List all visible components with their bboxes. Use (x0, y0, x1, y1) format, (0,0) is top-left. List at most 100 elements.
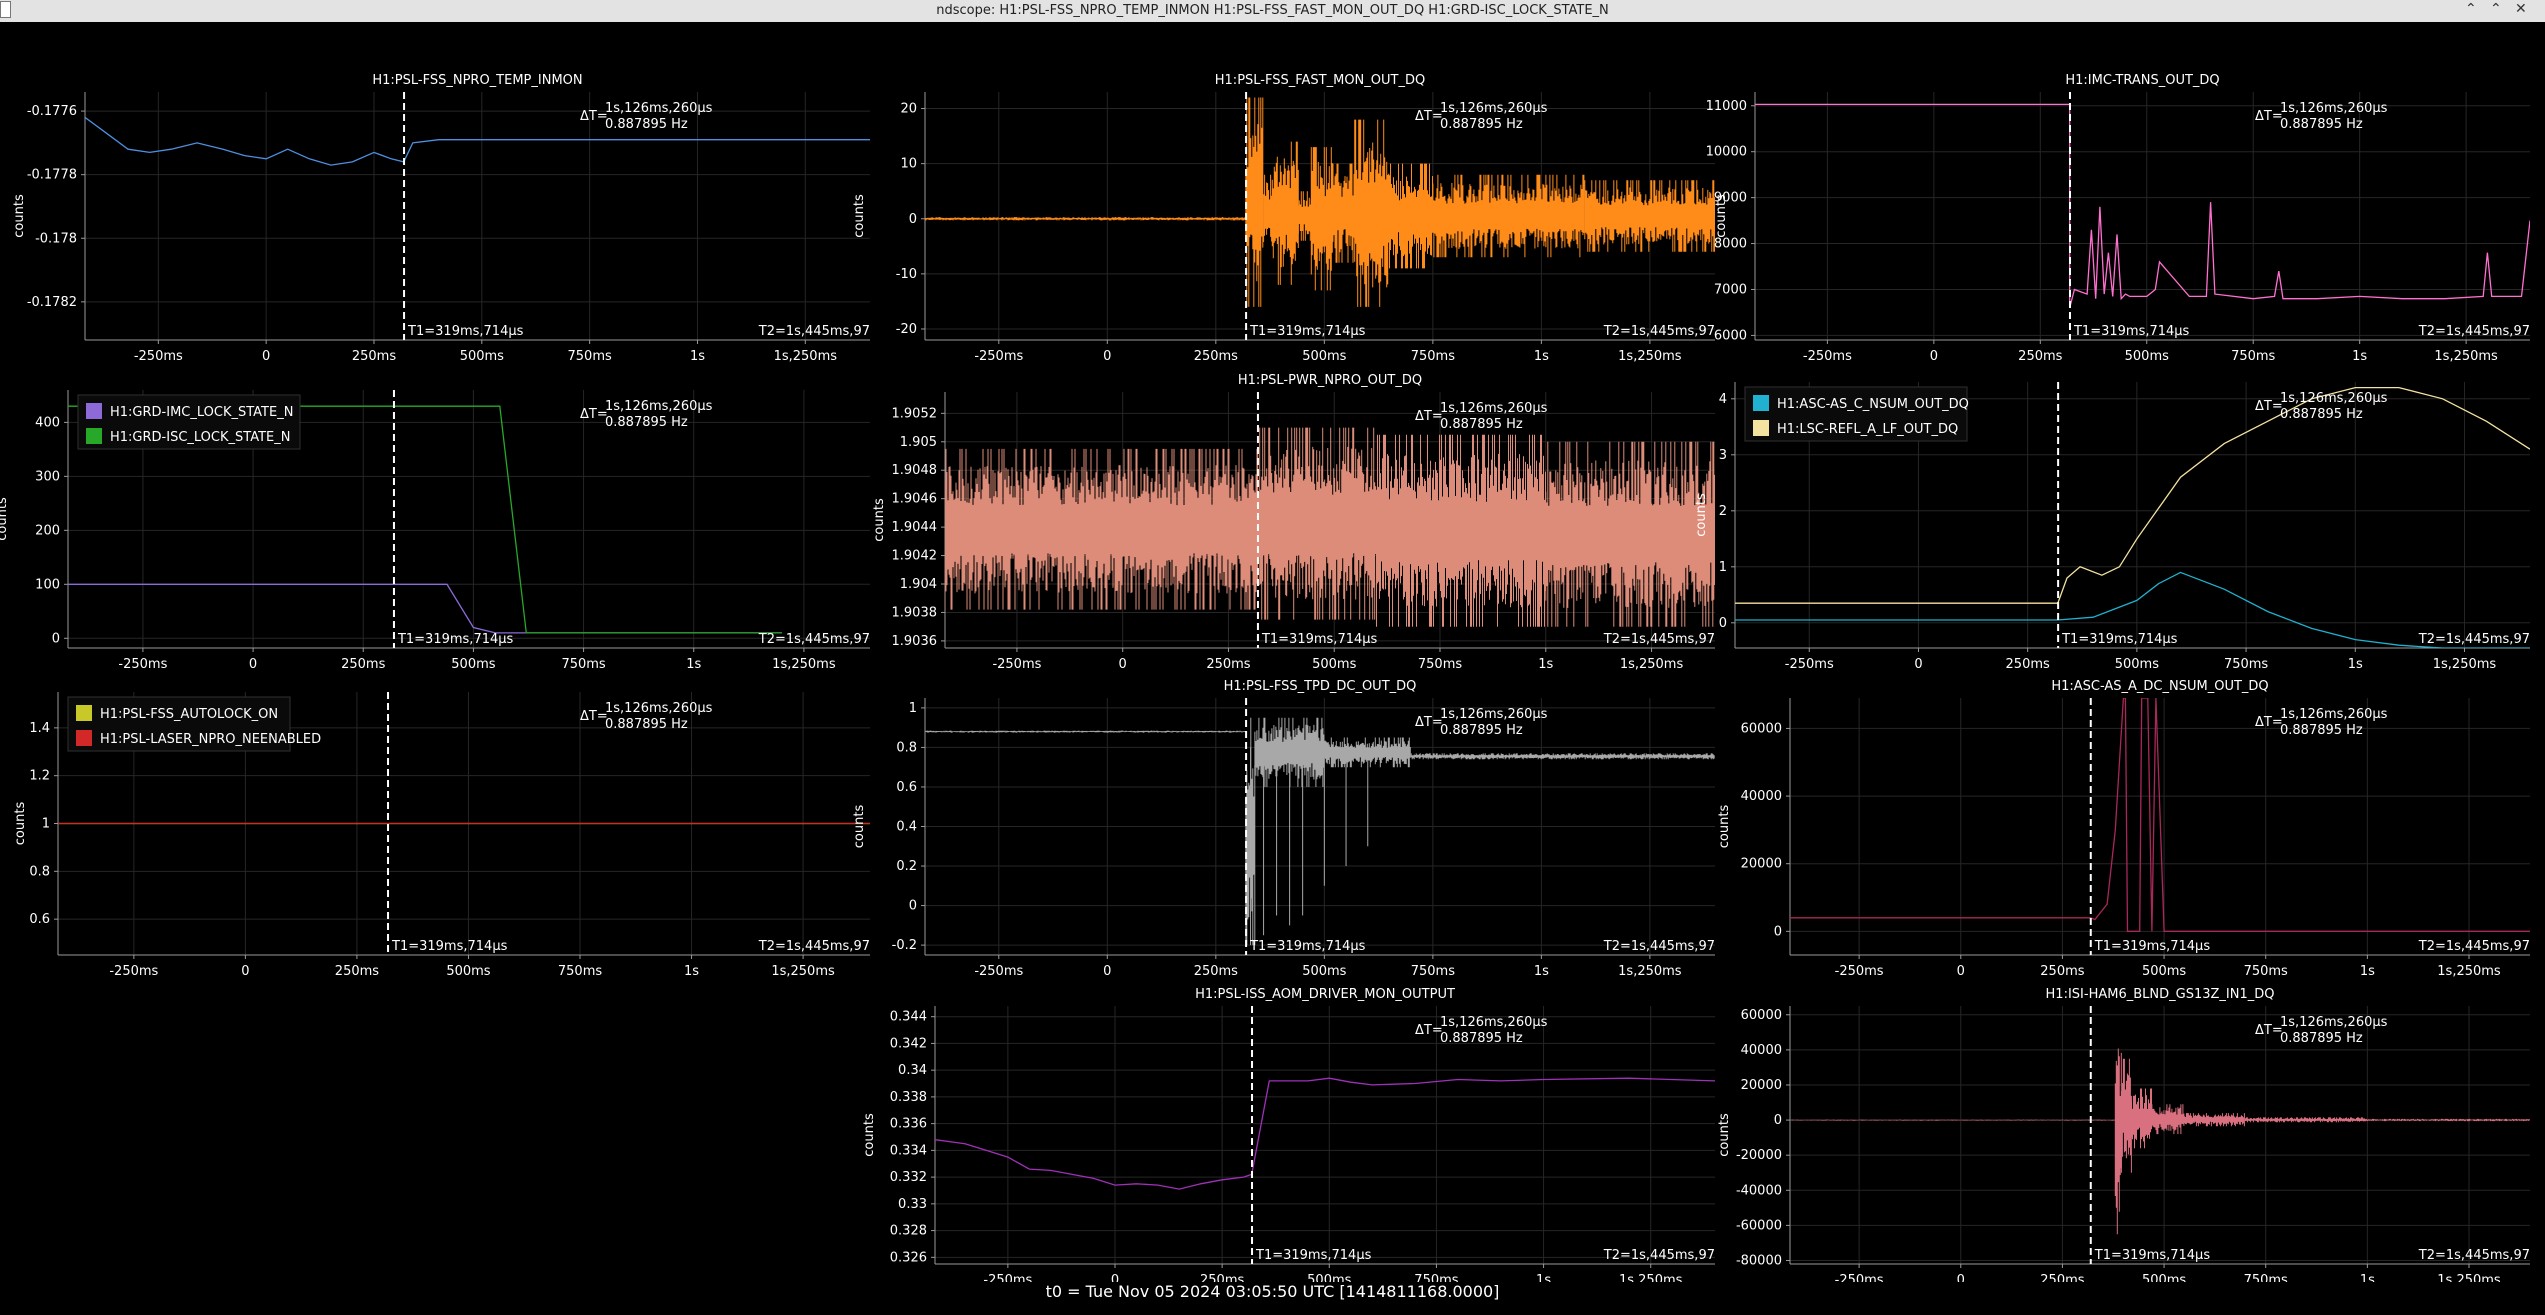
delta-t-value: 1s,126ms,260µs (1440, 707, 1548, 722)
close-button[interactable]: ✕ (2515, 1, 2527, 17)
x-tick-label: 500ms (1312, 657, 1356, 672)
t2-label: T2=1s,445ms,97 (2418, 1248, 2530, 1263)
t1-label: T1=319ms,714µs (1261, 632, 1378, 647)
delta-f-value: 0.887895 Hz (605, 117, 688, 132)
legend-swatch (76, 705, 92, 721)
plot-lock_state[interactable]: -250ms 0 250ms 500ms 750ms 1s 1s,250ms 400 300 20… (0, 390, 870, 672)
t2-label: T2=1s,445ms,97 (758, 939, 870, 954)
y-tick-label: 40000 (1741, 1043, 1782, 1058)
t2-label: T2=1s,445ms,97 (1603, 939, 1715, 954)
x-tick-label: 250ms (2018, 349, 2062, 364)
y-tick-label: -10 (896, 267, 917, 282)
t1-label: T1=319ms,714µs (1249, 324, 1366, 339)
y-axis-label: counts (852, 194, 867, 238)
plot-grid[interactable]: -250ms 0 250ms 500ms 750ms 1s 1s,250ms -0.1776 -… (0, 22, 2545, 1288)
y-tick-label: 0.34 (898, 1063, 927, 1078)
t1-label: T1=319ms,714µs (1255, 1248, 1372, 1263)
x-tick-label: 250ms (352, 349, 396, 364)
x-tick-label: 750ms (1411, 349, 1455, 364)
x-tick-label: 1s (2360, 964, 2375, 979)
y-tick-label: 1.9052 (892, 406, 938, 421)
series-line-temp_inmon (85, 116, 870, 166)
y-tick-label: 1.905 (900, 435, 937, 450)
plot-imc_trans[interactable]: -250ms 0 250ms 500ms 750ms 1s 1s,250ms 11000 100… (1706, 73, 2530, 364)
x-tick-label: 1s (2348, 657, 2363, 672)
y-tick-label: 0 (909, 899, 917, 914)
y-tick-label: 0 (1774, 1113, 1782, 1128)
x-tick-label: 1s (690, 349, 705, 364)
plot-tpd_dc[interactable]: -250ms 0 250ms 500ms 750ms 1s 1s,250ms 1 0.8 0.6 0… (852, 679, 1715, 979)
plot-asc_nsum[interactable]: -250ms 0 250ms 500ms 750ms 1s 1s,250ms 4 3 2 1 0 cou… (1694, 382, 2530, 672)
series-band-fast_mon (1263, 174, 1273, 242)
y-tick-label: 10 (900, 157, 917, 172)
x-tick-label: 750ms (561, 657, 605, 672)
y-axis-label: counts (13, 802, 28, 846)
y-tick-label: 0 (52, 631, 60, 646)
x-tick-label: 500ms (2125, 349, 2169, 364)
x-tick-label: 250ms (1206, 657, 1250, 672)
x-tick-label: 0 (1957, 1273, 1965, 1282)
series-band-pwr_npro (1545, 441, 1715, 627)
x-tick-label: 500ms (2142, 1273, 2186, 1282)
y-tick-label: 3 (1719, 448, 1727, 463)
y-tick-label: 1.9042 (892, 549, 938, 564)
y-tick-label: 60000 (1741, 1008, 1782, 1023)
minimize-button[interactable]: ⌃ (2465, 1, 2477, 17)
y-tick-label: 0.344 (890, 1010, 927, 1025)
maximize-button[interactable]: ⌃ (2490, 1, 2502, 17)
x-tick-label: 250ms (2006, 657, 2050, 672)
x-tick-label: -250ms (1785, 657, 1834, 672)
plot-canvas[interactable]: -250ms 0 250ms 500ms 750ms 1s 1s,250ms -0.1776 -… (0, 22, 2545, 1288)
plot-autolock[interactable]: -250ms 0 250ms 500ms 750ms 1s 1s,250ms 1.4 1.2 1 0… (13, 692, 870, 979)
delta-t-symbol: ΔT= (1415, 109, 1443, 124)
t2-label: T2=1s,445ms,97 (758, 324, 870, 339)
delta-t-symbol: ΔT= (2255, 109, 2283, 124)
y-tick-label: -0.178 (35, 231, 77, 246)
x-tick-label: -250ms (1835, 1273, 1884, 1282)
y-tick-label: 0.4 (896, 820, 917, 835)
y-tick-label: 1.9036 (892, 634, 938, 649)
delta-t-symbol: ΔT= (2255, 715, 2283, 730)
delta-f-value: 0.887895 Hz (2280, 407, 2363, 422)
y-tick-label: 0.6 (896, 780, 917, 795)
y-tick-label: 300 (35, 469, 60, 484)
plot-isi_gs13[interactable]: -250ms 0 250ms 500ms 750ms 1s 1s,250ms 60000 400… (1717, 987, 2530, 1288)
plot-temp_inmon[interactable]: -250ms 0 250ms 500ms 750ms 1s 1s,250ms -0.1776 -… (12, 73, 870, 364)
series-band-fast_mon (1297, 191, 1312, 241)
y-tick-label: 40000 (1741, 789, 1782, 804)
x-tick-label: 250ms (335, 964, 379, 979)
series-band-fast_mon (1332, 163, 1355, 263)
y-tick-label: 1.4 (29, 721, 50, 736)
series-band-fast_mon (1354, 119, 1390, 307)
x-tick-label: 750ms (2224, 657, 2268, 672)
plot-pwr_npro[interactable]: -250ms 0 250ms 500ms 750ms 1s 1s,250ms 1.9052 1.… (872, 373, 1715, 672)
series-band-isi_gs13 (2244, 1117, 2367, 1123)
series-line-aom_driver (935, 1077, 1715, 1190)
delta-f-value: 0.887895 Hz (1440, 723, 1523, 738)
plot-title: H1:IMC-TRANS_OUT_DQ (2065, 73, 2219, 88)
plot-aom_driver[interactable]: -250ms 0 250ms 500ms 750ms 1s 1s,250ms 0.344 0.3… (862, 987, 1715, 1288)
delta-t-value: 1s,126ms,260µs (605, 101, 713, 116)
y-tick-label: 1.2 (29, 769, 50, 784)
t1-label: T1=319ms,714µs (1249, 939, 1366, 954)
y-tick-label: 1 (909, 701, 917, 716)
y-tick-label: 0.326 (890, 1250, 927, 1265)
x-tick-label: 1s (686, 657, 701, 672)
series-band-tpd_dc (925, 730, 1246, 733)
y-tick-label: 2 (1719, 504, 1727, 519)
y-axis-label: counts (1714, 194, 1729, 238)
plot-fast_mon[interactable]: -250ms 0 250ms 500ms 750ms 1s 1s,250ms 20 10 0 -10… (852, 73, 1715, 364)
y-tick-label: 4 (1719, 392, 1727, 407)
y-tick-label: 1.9038 (892, 605, 938, 620)
y-tick-label: 10000 (1706, 145, 1747, 160)
x-tick-label: 500ms (451, 657, 495, 672)
plot-as_a_dc[interactable]: -250ms 0 250ms 500ms 750ms 1s 1s,250ms 60000 400… (1717, 679, 2530, 979)
x-tick-label: 0 (262, 349, 270, 364)
x-tick-label: 500ms (2115, 657, 2159, 672)
y-tick-label: -80000 (1736, 1253, 1782, 1268)
x-tick-label: 1s (2360, 1273, 2375, 1282)
t1-label: T1=319ms,714µs (2073, 324, 2190, 339)
series-band-fast_mon (1310, 147, 1333, 291)
delta-t-symbol: ΔT= (1415, 1023, 1443, 1038)
y-tick-label: 1 (1719, 560, 1727, 575)
